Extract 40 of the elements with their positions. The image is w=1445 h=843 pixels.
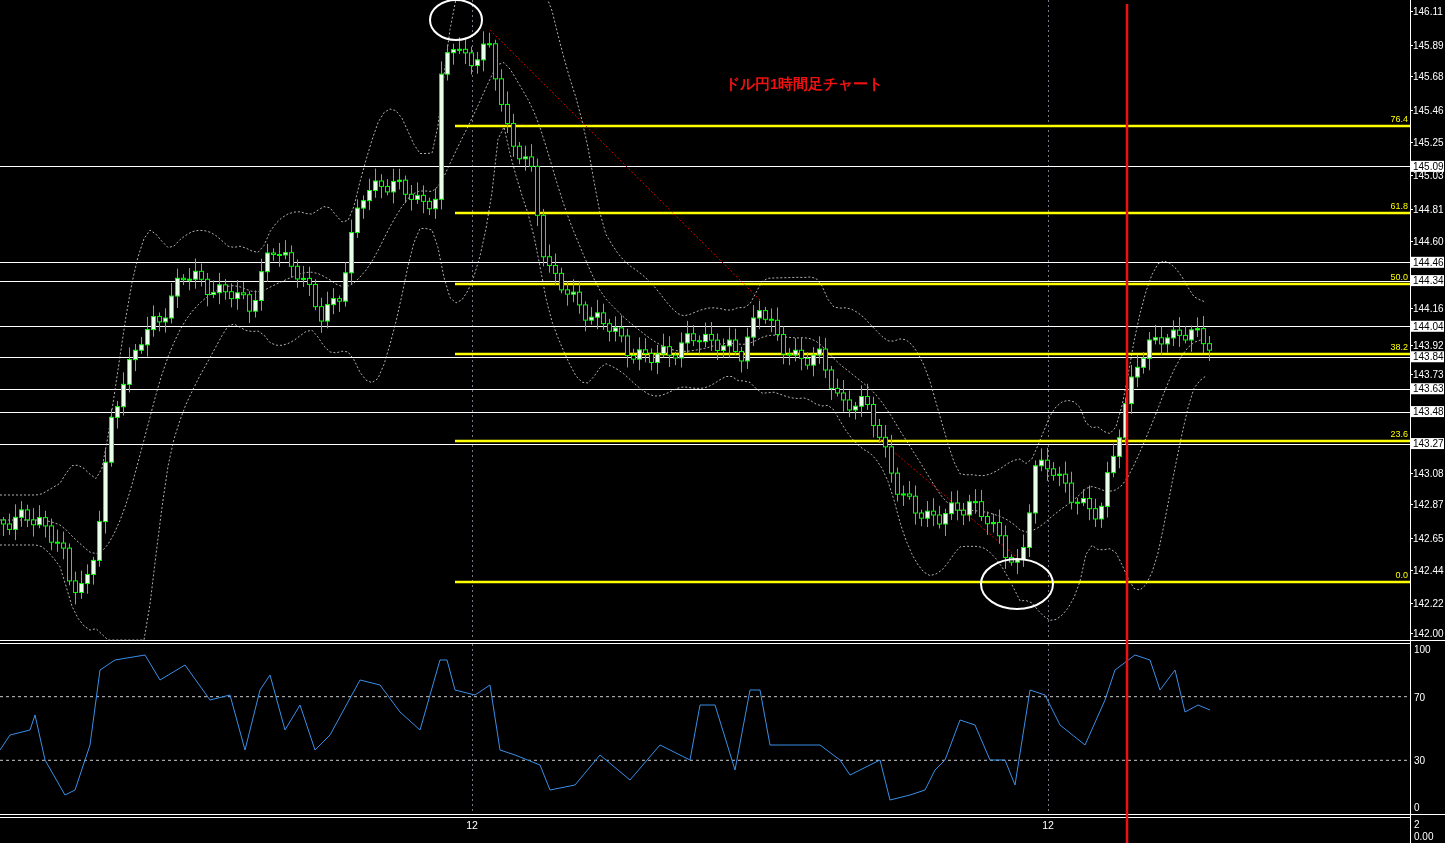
- price-tick-label: 143.08: [1413, 467, 1444, 479]
- rsi-axis-label: 30: [1414, 755, 1426, 767]
- price-tick-label: 145.03: [1413, 170, 1444, 182]
- fibonacci-level-label: 0.0: [1395, 570, 1408, 580]
- price-tick-label: 145.68: [1413, 71, 1444, 83]
- price-tick-label: 145.46: [1413, 105, 1444, 116]
- price-tick-label: 142.44: [1413, 565, 1444, 576]
- price-line-label: 143.48: [1411, 406, 1444, 418]
- price-tick-label: 143.92: [1413, 339, 1444, 351]
- fibonacci-level-label: 50.0: [1390, 272, 1408, 282]
- price-tick-label: 146.11: [1413, 6, 1443, 17]
- price-tick-label: 142.00: [1413, 628, 1444, 639]
- price-line-label: 144.46: [1411, 256, 1444, 268]
- rsi-axis-label: 70: [1414, 691, 1426, 703]
- rsi-axis-label: 100: [1414, 644, 1431, 655]
- fibonacci-level-label: 61.8: [1390, 201, 1408, 211]
- price-tick-label: 145.25: [1413, 137, 1444, 148]
- fibonacci-level-label: 76.4: [1390, 114, 1408, 124]
- fibonacci-level-label: 23.6: [1390, 429, 1408, 439]
- time-axis-label: 12: [1042, 819, 1054, 831]
- price-line-label: 143.27: [1411, 438, 1444, 450]
- fibonacci-level-label: 38.2: [1390, 342, 1408, 352]
- price-tick-label: 145.89: [1413, 39, 1444, 51]
- price-tick-label: 143.73: [1413, 368, 1444, 380]
- time-axis-label: 12: [466, 819, 478, 831]
- price-tick-label: 144.81: [1413, 204, 1444, 215]
- indicator-axis-label: 2: [1414, 819, 1420, 830]
- price-tick-label: 142.65: [1413, 533, 1444, 544]
- price-line-label: 144.34: [1411, 275, 1444, 287]
- indicator-axis-label: 0.00: [1414, 831, 1434, 842]
- price-line-label: 145.09: [1411, 160, 1444, 172]
- rsi-axis-label: 0: [1414, 802, 1420, 813]
- price-line-label: 143.63: [1411, 383, 1444, 395]
- price-line-label: 143.84: [1411, 351, 1444, 363]
- price-line-label: 144.04: [1411, 320, 1444, 332]
- price-tick-label: 144.60: [1413, 236, 1444, 247]
- chart-title: ドル円1時間足チャート: [725, 75, 884, 92]
- price-tick-label: 144.16: [1413, 303, 1444, 314]
- price-tick-label: 142.22: [1413, 598, 1444, 610]
- price-tick-label: 142.87: [1413, 499, 1444, 511]
